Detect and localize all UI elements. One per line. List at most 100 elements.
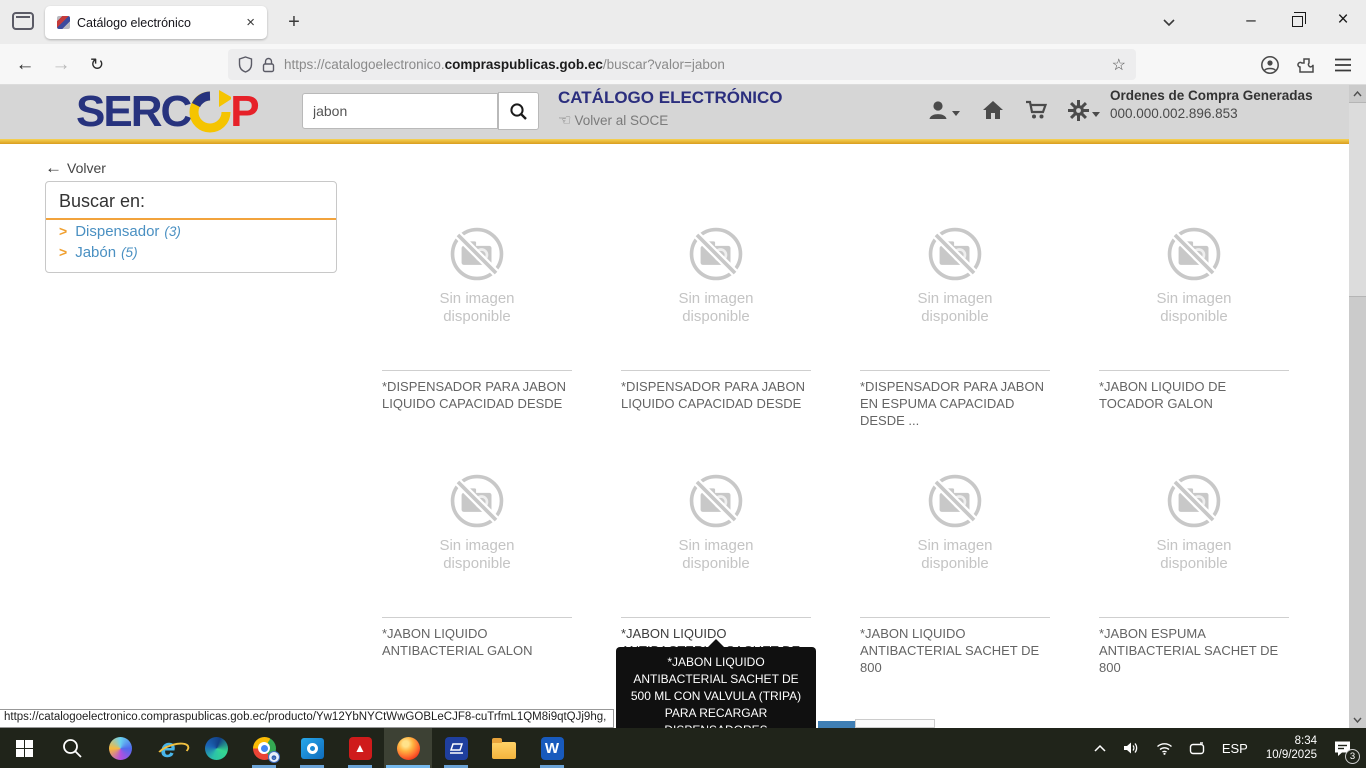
product-title[interactable]: *DISPENSADOR PARA JABON LIQUIDO CAPACIDA… [621, 378, 811, 412]
date: 10/9/2025 [1266, 748, 1317, 762]
no-image-placeholder: Sin imagendisponible [1099, 225, 1289, 326]
product-card[interactable]: Sin imagendisponible *JABON ESPUMA ANTIB… [1099, 458, 1289, 705]
camera-slash-icon [448, 225, 506, 283]
firefox-view-icon[interactable] [12, 12, 34, 30]
volume-icon[interactable] [1115, 741, 1148, 755]
tab-close-icon[interactable]: × [242, 14, 259, 31]
settings-menu-button[interactable] [1068, 100, 1100, 121]
notification-badge: 3 [1345, 749, 1360, 764]
cart-icon [1025, 100, 1048, 120]
taskbar-word-button[interactable]: W [528, 728, 576, 768]
search-input[interactable] [302, 93, 498, 129]
taskbar-edge-button[interactable] [192, 728, 240, 768]
sercop-logo[interactable]: SERC P [76, 88, 258, 136]
url-bar[interactable]: https://catalogoelectronico.compraspubli… [228, 49, 1136, 80]
filter-item-dispensador[interactable]: > Dispensador (3) [46, 220, 336, 241]
product-card[interactable]: Sin imagendisponible *JABON LIQUIDO ANTI… [860, 458, 1050, 705]
product-title[interactable]: *DISPENSADOR PARA JABON LIQUIDO CAPACIDA… [382, 378, 572, 412]
tray-device-icon[interactable] [1181, 742, 1214, 755]
url-text: https://catalogoelectronico.compraspubli… [284, 57, 725, 72]
cart-button[interactable] [1025, 100, 1048, 120]
no-image-placeholder: Sin imagendisponible [1099, 472, 1289, 573]
camera-slash-icon [448, 472, 506, 530]
no-image-placeholder: Sin imagendisponible [621, 472, 811, 573]
new-tab-button[interactable]: + [280, 9, 308, 37]
volver-soce-link[interactable]: ☜Volver al SOCE [558, 111, 668, 129]
user-icon [928, 100, 949, 120]
search-button[interactable] [498, 92, 539, 130]
wifi-icon[interactable] [1148, 742, 1181, 755]
menu-hamburger-icon[interactable] [1328, 50, 1358, 80]
forward-button[interactable]: → [46, 50, 76, 80]
bookmark-star-icon[interactable]: ☆ [1112, 55, 1126, 75]
product-title[interactable]: *DISPENSADOR PARA JABON EN ESPUMA CAPACI… [860, 378, 1050, 429]
taskbar-ie-button[interactable]: e [144, 728, 192, 768]
product-title[interactable]: *JABON LIQUIDO ANTIBACTERIAL SACHET DE 8… [860, 625, 1050, 676]
file-explorer-icon [492, 742, 516, 759]
word-icon: W [541, 737, 564, 760]
scroll-down-arrow-icon[interactable] [1349, 711, 1366, 728]
orders-label: Ordenes de Compra Generadas [1110, 88, 1350, 103]
lock-icon[interactable] [262, 57, 275, 73]
orders-number: 000.000.002.896.853 [1110, 106, 1350, 121]
tab-favicon [57, 16, 70, 29]
product-card[interactable]: Sin imagendisponible *DISPENSADOR PARA J… [621, 211, 811, 458]
tray-expand-chevron-icon[interactable] [1085, 744, 1115, 753]
no-image-placeholder: Sin imagendisponible [860, 472, 1050, 573]
card-divider [382, 617, 572, 618]
taskbar-copilot-button[interactable] [96, 728, 144, 768]
catalog-title: CATÁLOGO ELECTRÓNICO [558, 88, 782, 108]
reload-button[interactable]: ↻ [82, 50, 112, 80]
filter-item-jabon[interactable]: > Jabón (5) [46, 241, 336, 262]
minimize-button[interactable]: – [1228, 0, 1274, 40]
taskbar-chrome-button[interactable]: ☻ [240, 728, 288, 768]
taskbar-clock[interactable]: 8:34 10/9/2025 [1256, 734, 1327, 762]
extensions-puzzle-icon[interactable] [1291, 50, 1321, 80]
firefox-icon [397, 737, 420, 760]
taskbar-scanner-button[interactable] [432, 728, 480, 768]
close-window-button[interactable]: × [1320, 0, 1366, 40]
internet-explorer-icon: e [160, 737, 175, 759]
scrollbar-thumb[interactable] [1349, 102, 1366, 297]
taskbar-acrobat-button[interactable]: ▲ [336, 728, 384, 768]
account-icon[interactable] [1255, 50, 1285, 80]
no-image-placeholder: Sin imagendisponible [621, 225, 811, 326]
scroll-up-arrow-icon[interactable] [1349, 85, 1366, 102]
product-title[interactable]: *JABON ESPUMA ANTIBACTERIAL SACHET DE 80… [1099, 625, 1289, 676]
home-button[interactable] [982, 100, 1004, 120]
shield-icon[interactable] [238, 56, 253, 73]
windows-logo-icon [16, 740, 33, 757]
taskbar-firefox-button[interactable] [384, 728, 432, 768]
product-card[interactable]: Sin imagendisponible *DISPENSADOR PARA J… [382, 211, 572, 458]
edge-icon [205, 737, 228, 760]
notification-center-button[interactable]: 3 [1327, 740, 1366, 757]
no-image-text: Sin imagen [1156, 290, 1231, 307]
page-scrollbar[interactable] [1349, 85, 1366, 728]
header-accent-stripe [0, 139, 1366, 144]
back-link[interactable]: ←Volver [45, 158, 106, 178]
taskbar-search-button[interactable] [48, 728, 96, 768]
user-menu-button[interactable] [928, 100, 960, 120]
camera-slash-icon [926, 225, 984, 283]
product-title[interactable]: *JABON LIQUIDO ANTIBACTERIAL GALON [382, 625, 572, 659]
taskbar-explorer-button[interactable] [480, 728, 528, 768]
language-indicator[interactable]: ESP [1214, 741, 1256, 756]
no-image-placeholder: Sin imagendisponible [382, 472, 572, 573]
no-image-text: Sin imagen [439, 290, 514, 307]
windows-taskbar: e ☻ ▲ W ESP 8:34 10/9/2025 3 [0, 728, 1366, 768]
back-button[interactable]: ← [10, 50, 40, 80]
gear-icon [1068, 100, 1089, 121]
product-card[interactable]: Sin imagendisponible *JABON LIQUIDO ANTI… [382, 458, 572, 705]
taskbar-outlook-button[interactable] [288, 728, 336, 768]
camera-slash-icon [687, 225, 745, 283]
search-icon [509, 102, 528, 121]
product-title[interactable]: *JABON LIQUIDO DE TOCADOR GALON [1099, 378, 1289, 412]
restore-button[interactable] [1274, 0, 1320, 40]
camera-slash-icon [926, 472, 984, 530]
browser-tab[interactable]: Catálogo electrónico × [45, 6, 267, 39]
product-card[interactable]: Sin imagendisponible *DISPENSADOR PARA J… [860, 211, 1050, 458]
partial-white-element [855, 719, 935, 728]
product-card[interactable]: Sin imagendisponible *JABON LIQUIDO DE T… [1099, 211, 1289, 458]
start-button[interactable] [0, 728, 48, 768]
list-tabs-chevron-icon[interactable] [1158, 12, 1180, 32]
